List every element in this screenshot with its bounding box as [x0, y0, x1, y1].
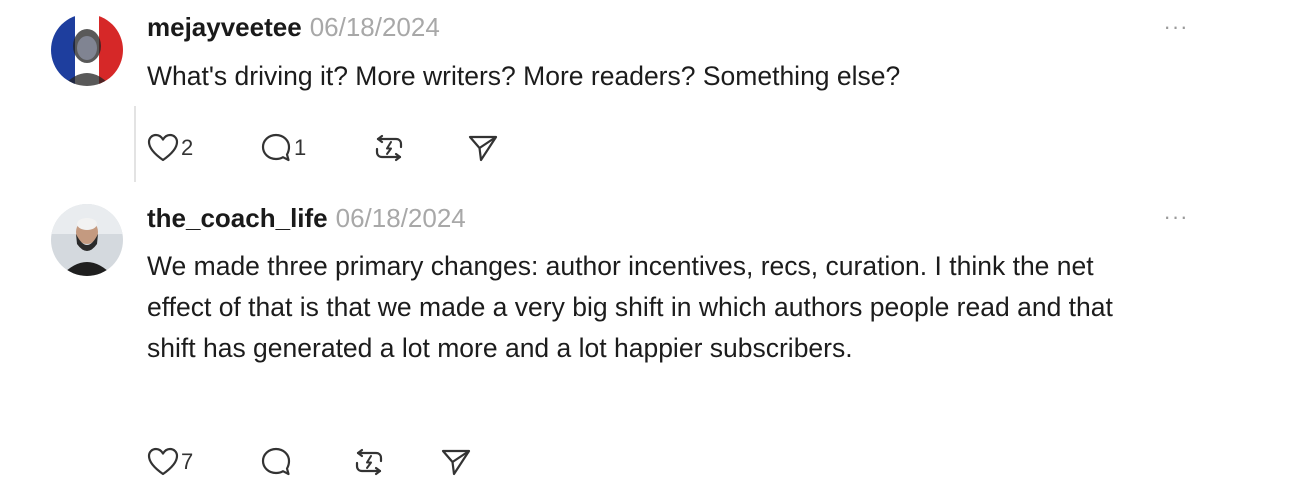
like-count: 7: [181, 449, 194, 474]
heart-icon: [147, 133, 179, 163]
avatar[interactable]: [51, 204, 123, 276]
like-button[interactable]: 2: [147, 128, 193, 168]
share-button[interactable]: [440, 442, 472, 482]
reply-button[interactable]: [260, 442, 294, 482]
like-button[interactable]: 7: [147, 442, 193, 482]
thread-line: [134, 106, 136, 182]
username[interactable]: the_coach_life: [147, 203, 328, 233]
share-button[interactable]: [467, 128, 499, 168]
more-icon[interactable]: ···: [1158, 16, 1194, 40]
more-icon[interactable]: ···: [1158, 206, 1194, 230]
heart-icon: [147, 447, 179, 477]
share-icon: [467, 132, 499, 164]
comment-actions: 2 1: [147, 128, 547, 168]
reply-button[interactable]: 1: [260, 128, 306, 168]
comment-header: mejayveetee 06/18/2024: [147, 11, 440, 43]
restack-button[interactable]: [352, 442, 386, 482]
comment-item: the_coach_life 06/18/2024 ··· We made thr…: [0, 190, 1298, 488]
comment-date: 06/18/2024: [309, 12, 440, 42]
username[interactable]: mejayveetee: [147, 12, 302, 42]
comment-text: What's driving it? More writers? More re…: [147, 61, 901, 91]
comment-header: the_coach_life 06/18/2024: [147, 202, 466, 234]
restack-icon: [352, 446, 386, 478]
comment-icon: [260, 132, 292, 164]
comment-date: 06/18/2024: [335, 203, 466, 233]
share-icon: [440, 446, 472, 478]
comment-actions: 7: [147, 442, 547, 482]
restack-icon: [372, 132, 406, 164]
restack-button[interactable]: [372, 128, 406, 168]
like-count: 2: [181, 135, 194, 160]
avatar[interactable]: [51, 14, 123, 86]
comment-icon: [260, 446, 292, 478]
reply-count: 1: [294, 135, 307, 160]
comment-text: We made three primary changes: author in…: [147, 251, 1113, 363]
comment-item: mejayveetee 06/18/2024 ··· What's driving…: [0, 0, 1298, 190]
